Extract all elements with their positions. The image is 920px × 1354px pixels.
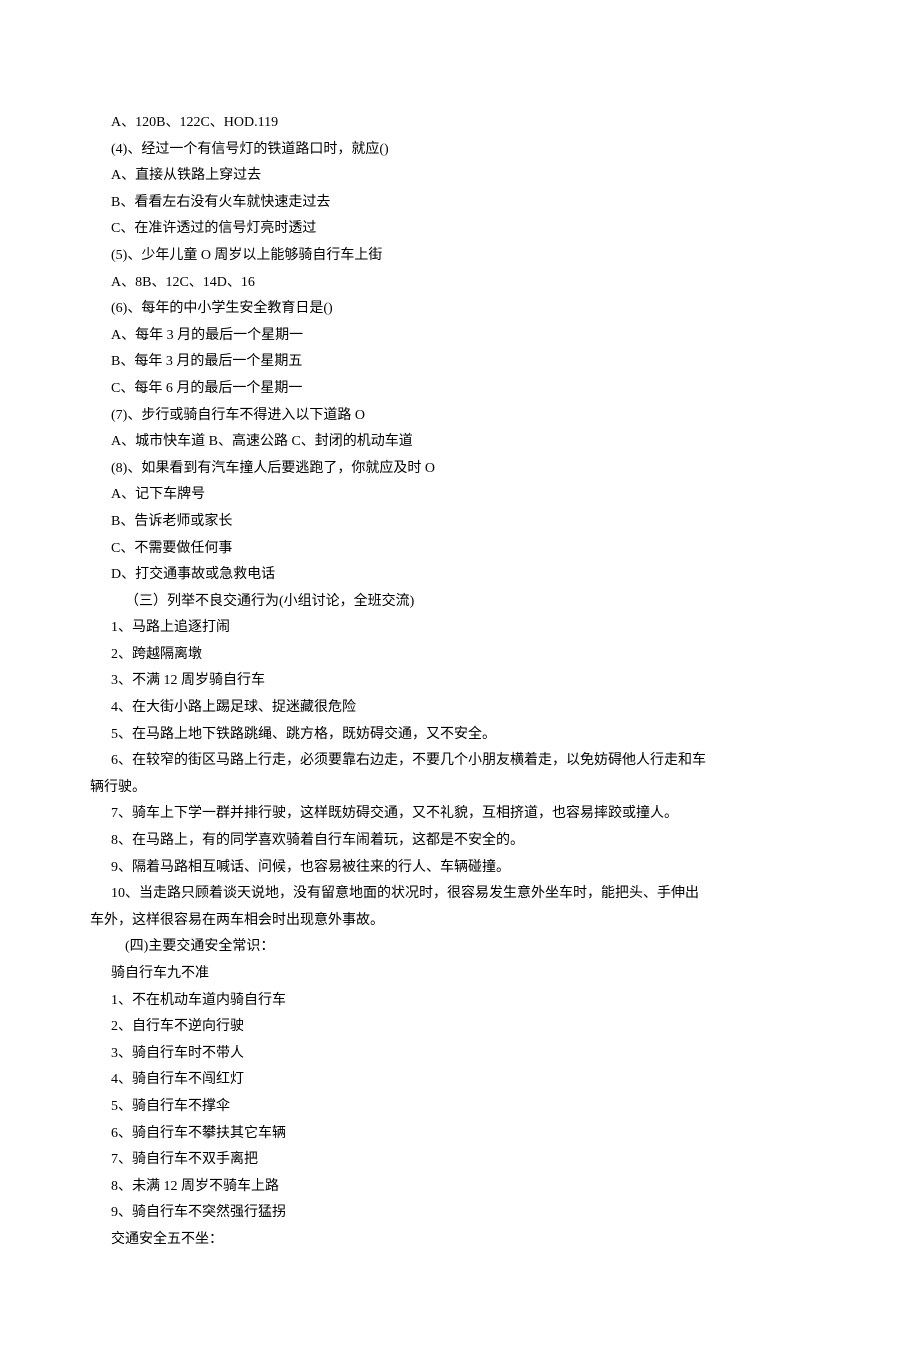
text-line: 7、骑自行车不双手离把 — [90, 1147, 830, 1174]
text-line: （三）列举不良交通行为(小组讨论，全班交流) — [90, 589, 830, 616]
text-line: (5)、少年儿童 O 周岁以上能够骑自行车上街 — [90, 243, 830, 270]
text-line: A、8B、12C、14D、16 — [90, 270, 830, 297]
text-line: A、记下车牌号 — [90, 482, 830, 509]
text-line: 7、骑车上下学一群并排行驶，这样既妨碍交通，又不礼貌，互相挤道，也容易摔跤或撞人… — [90, 801, 830, 828]
document-page: A、120B、122C、HOD.119(4)、经过一个有信号灯的铁道路口时，就应… — [0, 0, 920, 1354]
text-line: B、每年 3 月的最后一个星期五 — [90, 349, 830, 376]
text-line: 8、在马路上，有的同学喜欢骑着自行车闹着玩，这都是不安全的。 — [90, 828, 830, 855]
text-line: C、每年 6 月的最后一个星期一 — [90, 376, 830, 403]
text-line: A、每年 3 月的最后一个星期一 — [90, 323, 830, 350]
text-line: C、不需要做任何事 — [90, 536, 830, 563]
text-line: C、在准许透过的信号灯亮时透过 — [90, 216, 830, 243]
text-line: 辆行驶。 — [90, 775, 830, 802]
text-line: 6、骑自行车不攀扶其它车辆 — [90, 1121, 830, 1148]
text-line: (7)、步行或骑自行车不得进入以下道路 O — [90, 403, 830, 430]
text-line: 5、在马路上地下铁路跳绳、跳方格，既妨碍交通，又不安全。 — [90, 722, 830, 749]
text-line: (8)、如果看到有汽车撞人后要逃跑了，你就应及时 O — [90, 456, 830, 483]
text-line: (6)、每年的中小学生安全教育日是() — [90, 296, 830, 323]
text-line: 1、不在机动车道内骑自行车 — [90, 988, 830, 1015]
text-line: 1、马路上追逐打闹 — [90, 615, 830, 642]
text-line: 5、骑自行车不撑伞 — [90, 1094, 830, 1121]
text-line: 2、跨越隔离墩 — [90, 642, 830, 669]
text-line: 骑自行车九不准 — [90, 961, 830, 988]
text-line: 9、骑自行车不突然强行猛拐 — [90, 1200, 830, 1227]
text-line: 8、未满 12 周岁不骑车上路 — [90, 1174, 830, 1201]
text-line: A、城市快车道 B、高速公路 C、封闭的机动车道 — [90, 429, 830, 456]
text-line: (四)主要交通安全常识： — [90, 934, 830, 961]
text-line: 10、当走路只顾着谈天说地，没有留意地面的状况时，很容易发生意外坐车时，能把头、… — [90, 881, 830, 908]
text-line: 3、骑自行车时不带人 — [90, 1041, 830, 1068]
text-line: 交通安全五不坐： — [90, 1227, 830, 1254]
text-line: 4、骑自行车不闯红灯 — [90, 1067, 830, 1094]
text-line: 9、隔着马路相互喊话、问候，也容易被往来的行人、车辆碰撞。 — [90, 855, 830, 882]
text-line: 6、在较窄的街区马路上行走，必须要靠右边走，不要几个小朋友横着走，以免妨碍他人行… — [90, 748, 830, 775]
text-line: D、打交通事故或急救电话 — [90, 562, 830, 589]
text-line: 4、在大街小路上踢足球、捉迷藏很危险 — [90, 695, 830, 722]
text-line: A、120B、122C、HOD.119 — [90, 110, 830, 137]
text-line: (4)、经过一个有信号灯的铁道路口时，就应() — [90, 137, 830, 164]
text-line: A、直接从铁路上穿过去 — [90, 163, 830, 190]
text-line: 3、不满 12 周岁骑自行车 — [90, 668, 830, 695]
text-line: B、告诉老师或家长 — [90, 509, 830, 536]
text-line: B、看看左右没有火车就快速走过去 — [90, 190, 830, 217]
text-line: 2、自行车不逆向行驶 — [90, 1014, 830, 1041]
text-line: 车外，这样很容易在两车相会时出现意外事故。 — [90, 908, 830, 935]
